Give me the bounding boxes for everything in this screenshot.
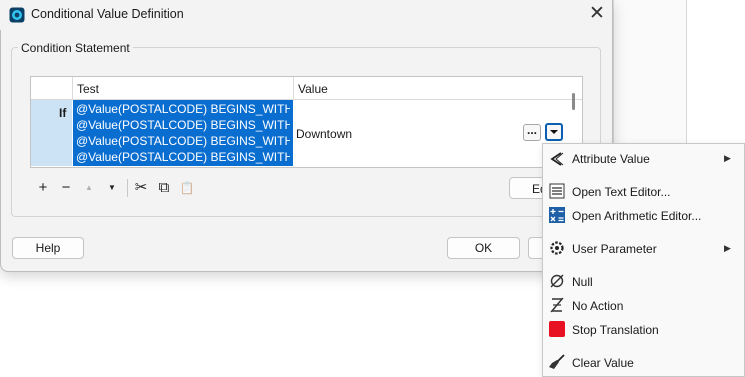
cut-icon[interactable]: ✂	[133, 180, 149, 196]
column-header-test[interactable]: Test	[77, 82, 99, 96]
move-up-button[interactable]: ▲	[81, 180, 97, 196]
copy-icon[interactable]: ⧉	[156, 180, 172, 196]
menu-item-label: Stop Translation	[572, 323, 659, 337]
menu-item-label: User Parameter	[572, 242, 657, 256]
ok-button[interactable]: OK	[447, 237, 520, 259]
arithmetic-editor-icon	[548, 206, 566, 224]
menu-item-label: No Action	[572, 299, 624, 313]
value-dropdown-button[interactable]	[545, 123, 563, 141]
paste-icon[interactable]: 📋	[179, 180, 195, 196]
test-condition[interactable]: @Value(POSTALCODE) BEGINS_WITH ...	[76, 134, 290, 148]
test-condition[interactable]: @Value(POSTALCODE) BEGINS_WITH ...	[76, 102, 290, 116]
close-button[interactable]: ✕	[587, 4, 607, 25]
group-label: Condition Statement	[18, 41, 133, 55]
column-divider	[72, 77, 73, 100]
clear-value-icon	[548, 353, 566, 371]
no-action-icon	[548, 296, 566, 314]
submenu-arrow-icon: ▶	[724, 243, 731, 253]
value-cell[interactable]: Downtown	[296, 127, 352, 141]
help-button[interactable]: Help	[12, 237, 84, 259]
column-divider	[293, 77, 294, 100]
menu-item-label: Clear Value	[572, 356, 634, 370]
row-keyword: If	[59, 106, 67, 120]
table-scrollbar[interactable]	[572, 93, 575, 110]
menu-item-label: Attribute Value	[572, 152, 650, 166]
test-condition[interactable]: @Value(POSTALCODE) BEGINS_WITH ...	[76, 150, 290, 164]
menu-item-label: Open Arithmetic Editor...	[572, 209, 702, 223]
column-header-value[interactable]: Value	[298, 82, 328, 96]
user-parameter-icon	[548, 239, 566, 257]
toolbar-divider	[127, 179, 128, 197]
value-context-menu	[542, 143, 745, 377]
chevron-down-icon	[550, 130, 558, 134]
remove-row-button[interactable]: −	[58, 180, 74, 196]
app-icon	[9, 7, 25, 23]
submenu-arrow-icon: ▶	[724, 153, 731, 163]
window-title: Conditional Value Definition	[31, 7, 184, 21]
move-down-button[interactable]: ▼	[104, 180, 120, 196]
null-icon	[548, 272, 566, 290]
attribute-value-icon	[548, 150, 566, 168]
menu-item-label: Open Text Editor...	[572, 185, 671, 199]
test-condition[interactable]: @Value(POSTALCODE) BEGINS_WITH ...	[76, 118, 290, 132]
text-editor-icon	[548, 182, 566, 200]
browse-button[interactable]: ...	[523, 124, 541, 141]
menu-item-label: Null	[572, 275, 593, 289]
stop-translation-icon	[548, 320, 566, 338]
add-row-button[interactable]: +	[35, 180, 51, 196]
